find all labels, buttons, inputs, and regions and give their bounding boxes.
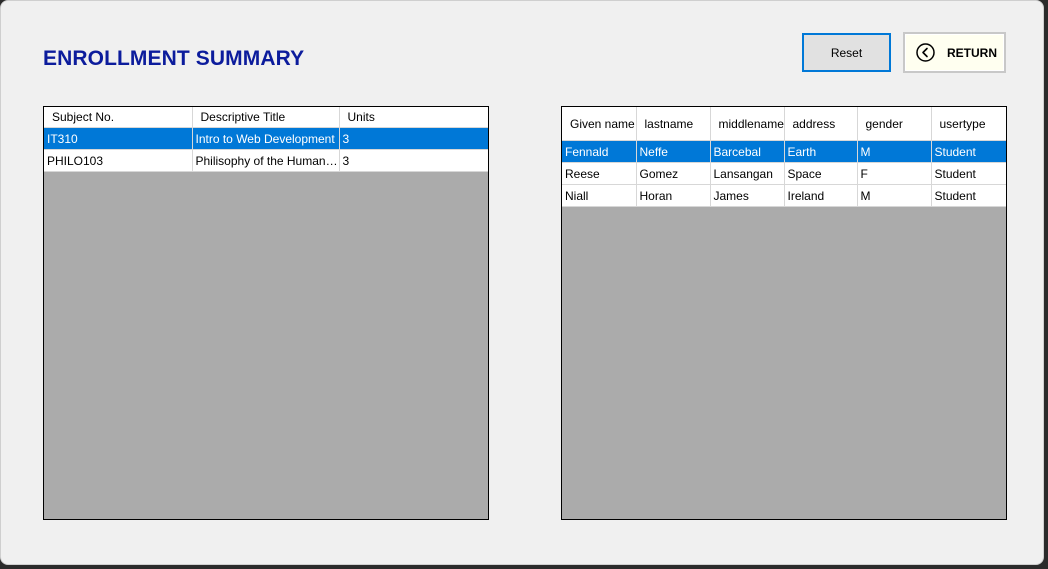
column-header-lastname[interactable]: lastname [636, 107, 711, 141]
users-header-row: Given name lastname middlename address g… [562, 107, 1006, 141]
cell-middlename[interactable]: Lansangan [710, 162, 785, 185]
enrollment-summary-window: ENROLLMENT SUMMARY Reset RETURN Subject … [0, 0, 1044, 565]
cell-gender[interactable]: M [857, 140, 932, 163]
column-header-units[interactable]: Units [339, 107, 488, 128]
subjects-grid[interactable]: Subject No. Descriptive Title Units IT31… [43, 106, 489, 520]
table-row[interactable]: Fennald Neffe Barcebal Earth M Student [562, 140, 1006, 163]
cell-descriptive-title[interactable]: Intro to Web Development [192, 127, 340, 150]
cell-address[interactable]: Earth [784, 140, 858, 163]
chevron-left-circle-icon [916, 43, 935, 62]
cell-descriptive-title[interactable]: Philisophy of the Human Pe... [192, 149, 340, 172]
return-label: RETURN [947, 45, 997, 60]
cell-middlename[interactable]: Barcebal [710, 140, 785, 163]
cell-given-name[interactable]: Reese [562, 162, 637, 185]
users-grid[interactable]: Given name lastname middlename address g… [561, 106, 1007, 520]
table-row[interactable]: Reese Gomez Lansangan Space F Student [562, 162, 1006, 185]
reset-button[interactable]: Reset [802, 33, 891, 72]
cell-lastname[interactable]: Neffe [636, 140, 711, 163]
page-title: ENROLLMENT SUMMARY [43, 47, 305, 70]
column-header-middlename[interactable]: middlename [710, 107, 785, 141]
column-header-gender[interactable]: gender [857, 107, 932, 141]
cell-units[interactable]: 3 [339, 149, 488, 172]
cell-subject-no[interactable]: PHILO103 [44, 149, 193, 172]
cell-subject-no[interactable]: IT310 [44, 127, 193, 150]
cell-address[interactable]: Ireland [784, 184, 858, 207]
table-row[interactable]: PHILO103 Philisophy of the Human Pe... 3 [44, 149, 488, 172]
column-header-usertype[interactable]: usertype [931, 107, 1006, 141]
cell-usertype[interactable]: Student [931, 140, 1006, 163]
cell-usertype[interactable]: Student [931, 162, 1006, 185]
cell-lastname[interactable]: Horan [636, 184, 711, 207]
cell-address[interactable]: Space [784, 162, 858, 185]
column-header-given-name[interactable]: Given name [562, 107, 637, 141]
cell-gender[interactable]: F [857, 162, 932, 185]
cell-given-name[interactable]: Fennald [562, 140, 637, 163]
return-button[interactable]: RETURN [903, 32, 1006, 73]
column-header-address[interactable]: address [784, 107, 858, 141]
column-header-descriptive-title[interactable]: Descriptive Title [192, 107, 340, 128]
table-row[interactable]: Niall Horan James Ireland M Student [562, 184, 1006, 207]
table-row[interactable]: IT310 Intro to Web Development 3 [44, 127, 488, 150]
subjects-header-row: Subject No. Descriptive Title Units [44, 107, 488, 128]
cell-given-name[interactable]: Niall [562, 184, 637, 207]
cell-middlename[interactable]: James [710, 184, 785, 207]
cell-usertype[interactable]: Student [931, 184, 1006, 207]
cell-gender[interactable]: M [857, 184, 932, 207]
cell-units[interactable]: 3 [339, 127, 488, 150]
cell-lastname[interactable]: Gomez [636, 162, 711, 185]
column-header-subject-no[interactable]: Subject No. [44, 107, 193, 128]
